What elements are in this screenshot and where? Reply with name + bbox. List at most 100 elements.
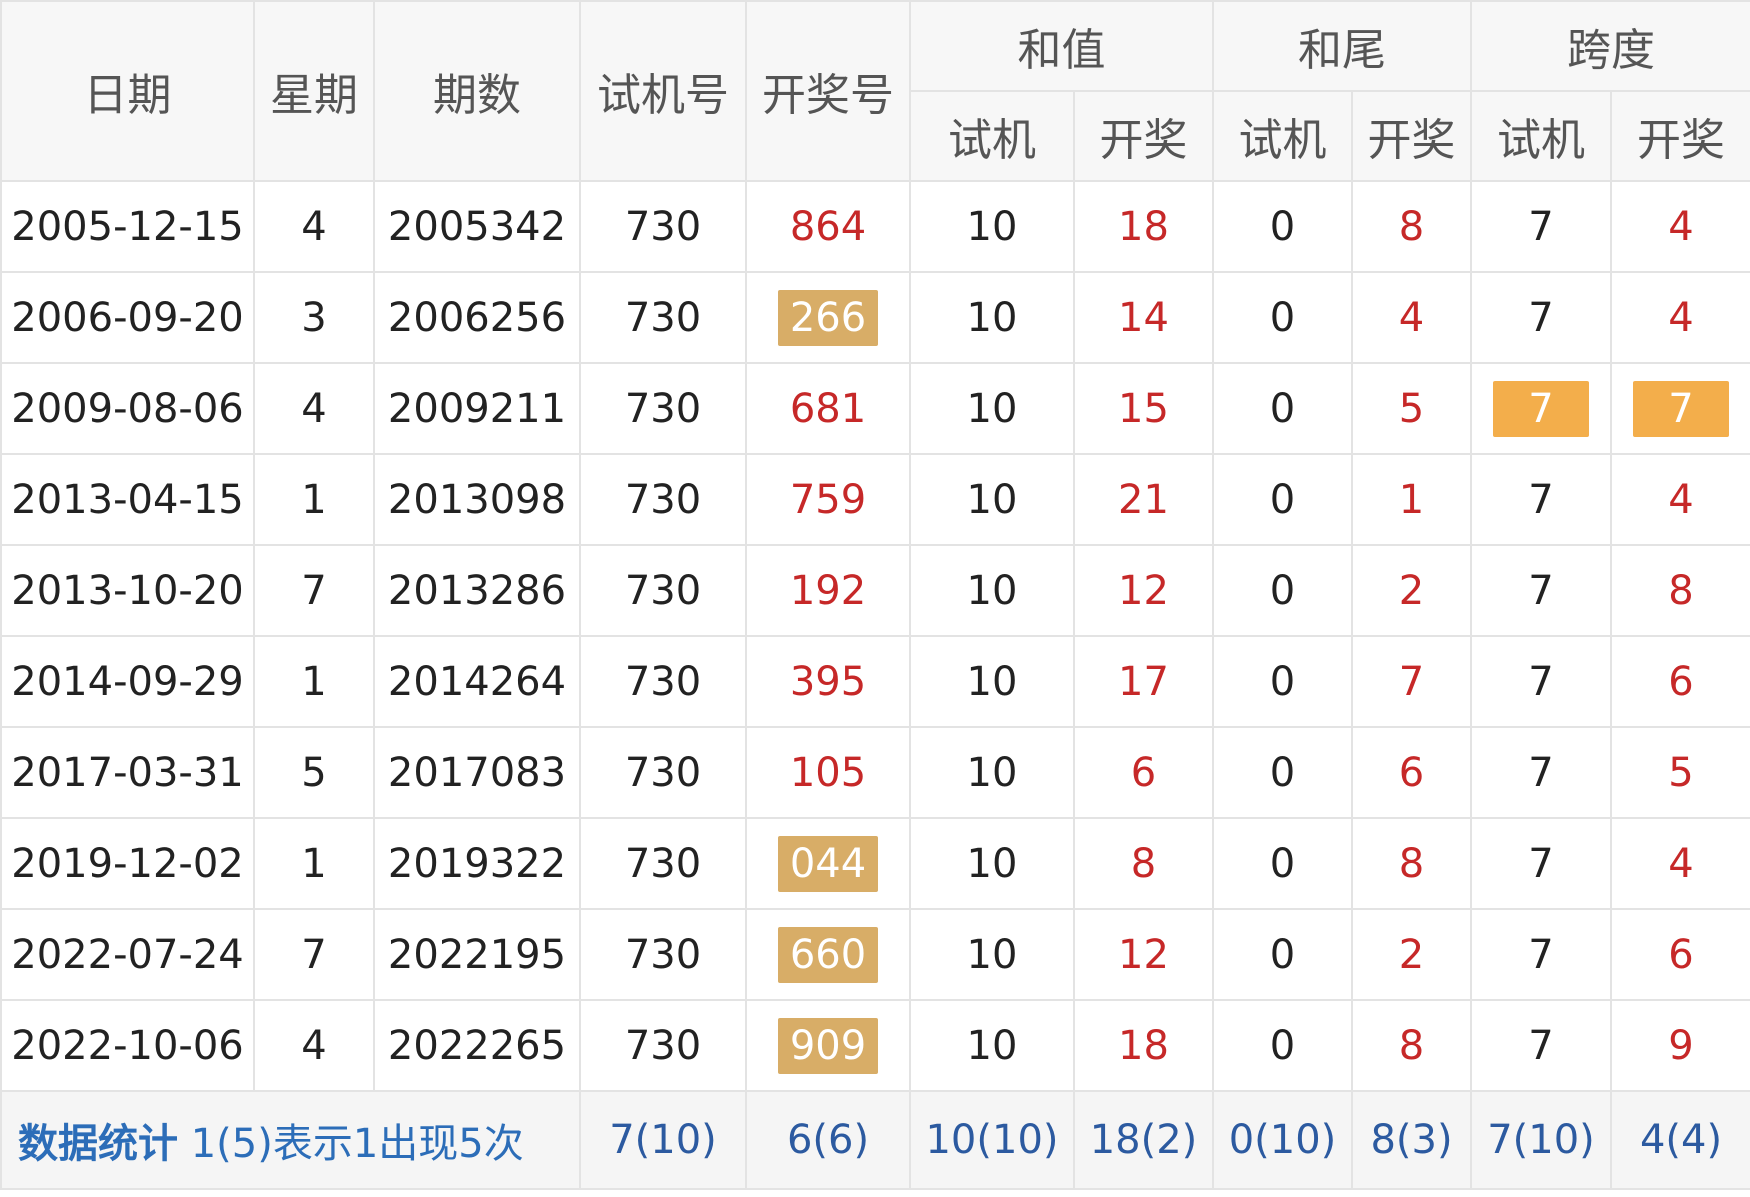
cell-sum-draw: 17	[1073, 635, 1214, 728]
cell-tail-trial: 0	[1212, 999, 1353, 1092]
cell-span-draw: 7	[1610, 362, 1750, 455]
stats-trial: 7(10)	[579, 1090, 747, 1190]
cell-tail-draw: 1	[1351, 453, 1472, 546]
stats-row: 数据统计 1(5)表示1出现5次 7(10) 6(6) 10(10) 18(2)…	[0, 1090, 1750, 1190]
cell-tail-draw: 8	[1351, 999, 1472, 1092]
cell-span-draw: 9	[1610, 999, 1750, 1092]
cell-date: 2017-03-31	[0, 726, 255, 819]
cell-tail-trial: 0	[1212, 544, 1353, 637]
header-weekday: 星期	[253, 0, 375, 182]
cell-sum-trial: 10	[909, 635, 1075, 728]
stats-draw: 6(6)	[745, 1090, 911, 1190]
draw-highlight-badge: 266	[778, 289, 878, 346]
cell-span-trial: 7	[1470, 726, 1612, 819]
table-row: 2006-09-20 3 2006256 730 266 10 14 0 4 7…	[0, 271, 1750, 364]
header-issue: 期数	[373, 0, 581, 182]
cell-issue: 2005342	[373, 180, 581, 273]
stats-title: 数据统计	[18, 1121, 178, 1167]
header-sum-trial: 试机	[909, 90, 1075, 182]
cell-tail-draw: 8	[1351, 180, 1472, 273]
cell-span-draw: 8	[1610, 544, 1750, 637]
table-row: 2014-09-29 1 2014264 730 395 10 17 0 7 7…	[0, 635, 1750, 728]
table-row: 2005-12-15 4 2005342 730 864 10 18 0 8 7…	[0, 180, 1750, 273]
stats-tail-trial: 0(10)	[1212, 1090, 1353, 1190]
cell-trial: 730	[579, 544, 747, 637]
cell-tail-draw: 6	[1351, 726, 1472, 819]
cell-date: 2009-08-06	[0, 362, 255, 455]
cell-tail-trial: 0	[1212, 817, 1353, 910]
header-tail-draw: 开奖	[1351, 90, 1472, 182]
cell-span-draw: 4	[1610, 817, 1750, 910]
cell-tail-trial: 0	[1212, 362, 1353, 455]
cell-span-trial: 7	[1470, 999, 1612, 1092]
table-row: 2019-12-02 1 2019322 730 044 10 8 0 8 7 …	[0, 817, 1750, 910]
cell-issue: 2006256	[373, 271, 581, 364]
cell-span-draw: 6	[1610, 635, 1750, 728]
cell-weekday: 1	[253, 453, 375, 546]
cell-tail-draw: 5	[1351, 362, 1472, 455]
cell-date: 2022-07-24	[0, 908, 255, 1001]
cell-draw: 909	[745, 999, 911, 1092]
cell-tail-draw: 7	[1351, 635, 1472, 728]
cell-tail-trial: 0	[1212, 635, 1353, 728]
cell-issue: 2009211	[373, 362, 581, 455]
cell-sum-draw: 14	[1073, 271, 1214, 364]
cell-weekday: 7	[253, 908, 375, 1001]
cell-date: 2022-10-06	[0, 999, 255, 1092]
cell-span-trial: 7	[1470, 180, 1612, 273]
cell-weekday: 1	[253, 817, 375, 910]
cell-weekday: 7	[253, 544, 375, 637]
cell-sum-trial: 10	[909, 999, 1075, 1092]
cell-span-trial: 7	[1470, 544, 1612, 637]
cell-date: 2013-10-20	[0, 544, 255, 637]
header-sum-tail: 和尾	[1212, 0, 1472, 92]
stats-span-trial: 7(10)	[1470, 1090, 1612, 1190]
cell-weekday: 4	[253, 180, 375, 273]
stats-sum-trial: 10(10)	[909, 1090, 1075, 1190]
cell-tail-draw: 2	[1351, 908, 1472, 1001]
cell-trial: 730	[579, 635, 747, 728]
cell-date: 2005-12-15	[0, 180, 255, 273]
cell-span-trial: 7	[1470, 908, 1612, 1001]
cell-weekday: 5	[253, 726, 375, 819]
cell-draw: 660	[745, 908, 911, 1001]
cell-date: 2006-09-20	[0, 271, 255, 364]
cell-tail-trial: 0	[1212, 908, 1353, 1001]
cell-span-draw: 4	[1610, 180, 1750, 273]
draw-highlight-badge: 660	[778, 926, 878, 983]
cell-span-draw: 4	[1610, 453, 1750, 546]
header-draw-number: 开奖号	[745, 0, 911, 182]
cell-sum-draw: 18	[1073, 999, 1214, 1092]
cell-sum-trial: 10	[909, 453, 1075, 546]
cell-span-trial: 7	[1470, 271, 1612, 364]
table-row: 2013-10-20 7 2013286 730 192 10 12 0 2 7…	[0, 544, 1750, 637]
header-span: 跨度	[1470, 0, 1750, 92]
stats-sum-draw: 18(2)	[1073, 1090, 1214, 1190]
span-highlight-badge: 7	[1633, 380, 1729, 437]
cell-sum-trial: 10	[909, 544, 1075, 637]
cell-tail-trial: 0	[1212, 180, 1353, 273]
header-date: 日期	[0, 0, 255, 182]
cell-sum-trial: 10	[909, 817, 1075, 910]
cell-weekday: 4	[253, 362, 375, 455]
cell-span-draw: 4	[1610, 271, 1750, 364]
cell-draw: 395	[745, 635, 911, 728]
cell-draw: 192	[745, 544, 911, 637]
cell-sum-trial: 10	[909, 726, 1075, 819]
cell-date: 2014-09-29	[0, 635, 255, 728]
cell-trial: 730	[579, 726, 747, 819]
cell-trial: 730	[579, 362, 747, 455]
stats-span-draw: 4(4)	[1610, 1090, 1750, 1190]
cell-draw: 266	[745, 271, 911, 364]
draw-highlight-badge: 044	[778, 835, 878, 892]
cell-sum-draw: 6	[1073, 726, 1214, 819]
cell-span-trial: 7	[1470, 817, 1612, 910]
table-row: 2009-08-06 4 2009211 730 681 10 15 0 5 7…	[0, 362, 1750, 455]
cell-trial: 730	[579, 180, 747, 273]
cell-draw: 044	[745, 817, 911, 910]
cell-issue: 2022265	[373, 999, 581, 1092]
stats-label-cell: 数据统计 1(5)表示1出现5次	[0, 1090, 581, 1190]
header-sum: 和值	[909, 0, 1214, 92]
cell-draw: 681	[745, 362, 911, 455]
cell-span-trial: 7	[1470, 635, 1612, 728]
